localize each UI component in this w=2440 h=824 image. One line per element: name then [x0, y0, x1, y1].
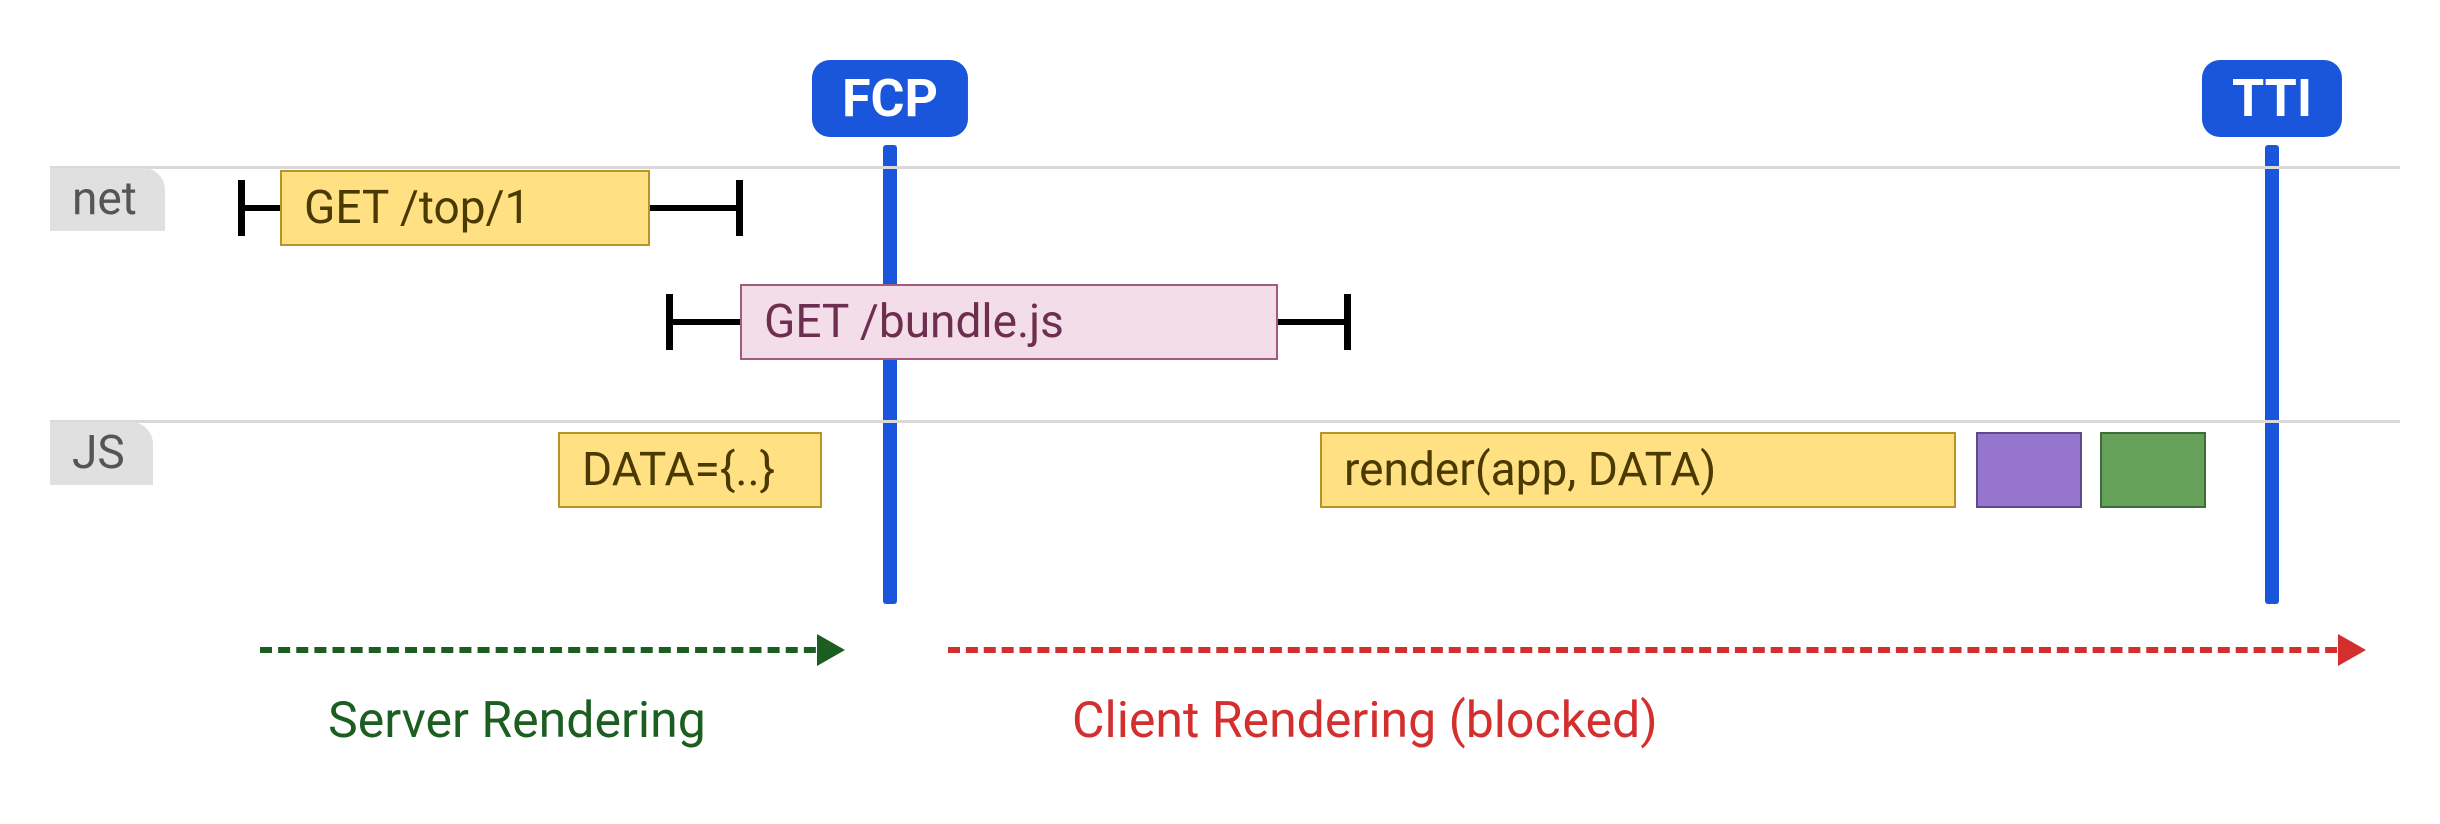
task-get-bundle: GET /bundle.js: [740, 284, 1278, 360]
get-bundle-whisker-left: [670, 319, 740, 325]
js-row-line: [50, 420, 2400, 423]
tti-marker: TTI: [2202, 60, 2342, 137]
js-row-label: JS: [50, 422, 153, 485]
server-rendering-arrow: [260, 620, 844, 680]
net-row-label: net: [50, 168, 165, 231]
get-top-whisker-left-cap: [238, 180, 245, 236]
client-rendering-arrow: [948, 620, 2365, 680]
task-render: render(app, DATA): [1320, 432, 1956, 508]
block-green: [2100, 432, 2206, 508]
task-get-top: GET /top/1: [280, 170, 650, 246]
tti-marker-line: [2265, 145, 2279, 604]
get-top-whisker-right: [650, 205, 740, 211]
block-purple: [1976, 432, 2082, 508]
get-bundle-whisker-left-cap: [666, 294, 673, 350]
task-data: DATA={..}: [558, 432, 822, 508]
rendering-timeline-diagram: net JS FCP TTI GET /top/1 GET /bundle.js…: [0, 0, 2440, 824]
client-rendering-label: Client Rendering (blocked): [1072, 692, 1658, 750]
get-bundle-whisker-right-cap: [1344, 294, 1351, 350]
net-row-line: [50, 166, 2400, 169]
get-bundle-whisker-right: [1278, 319, 1348, 325]
get-top-whisker-right-cap: [736, 180, 743, 236]
get-top-whisker-left: [242, 205, 280, 211]
fcp-marker: FCP: [812, 60, 968, 137]
server-rendering-label: Server Rendering: [328, 692, 706, 750]
fcp-marker-line: [883, 145, 897, 604]
